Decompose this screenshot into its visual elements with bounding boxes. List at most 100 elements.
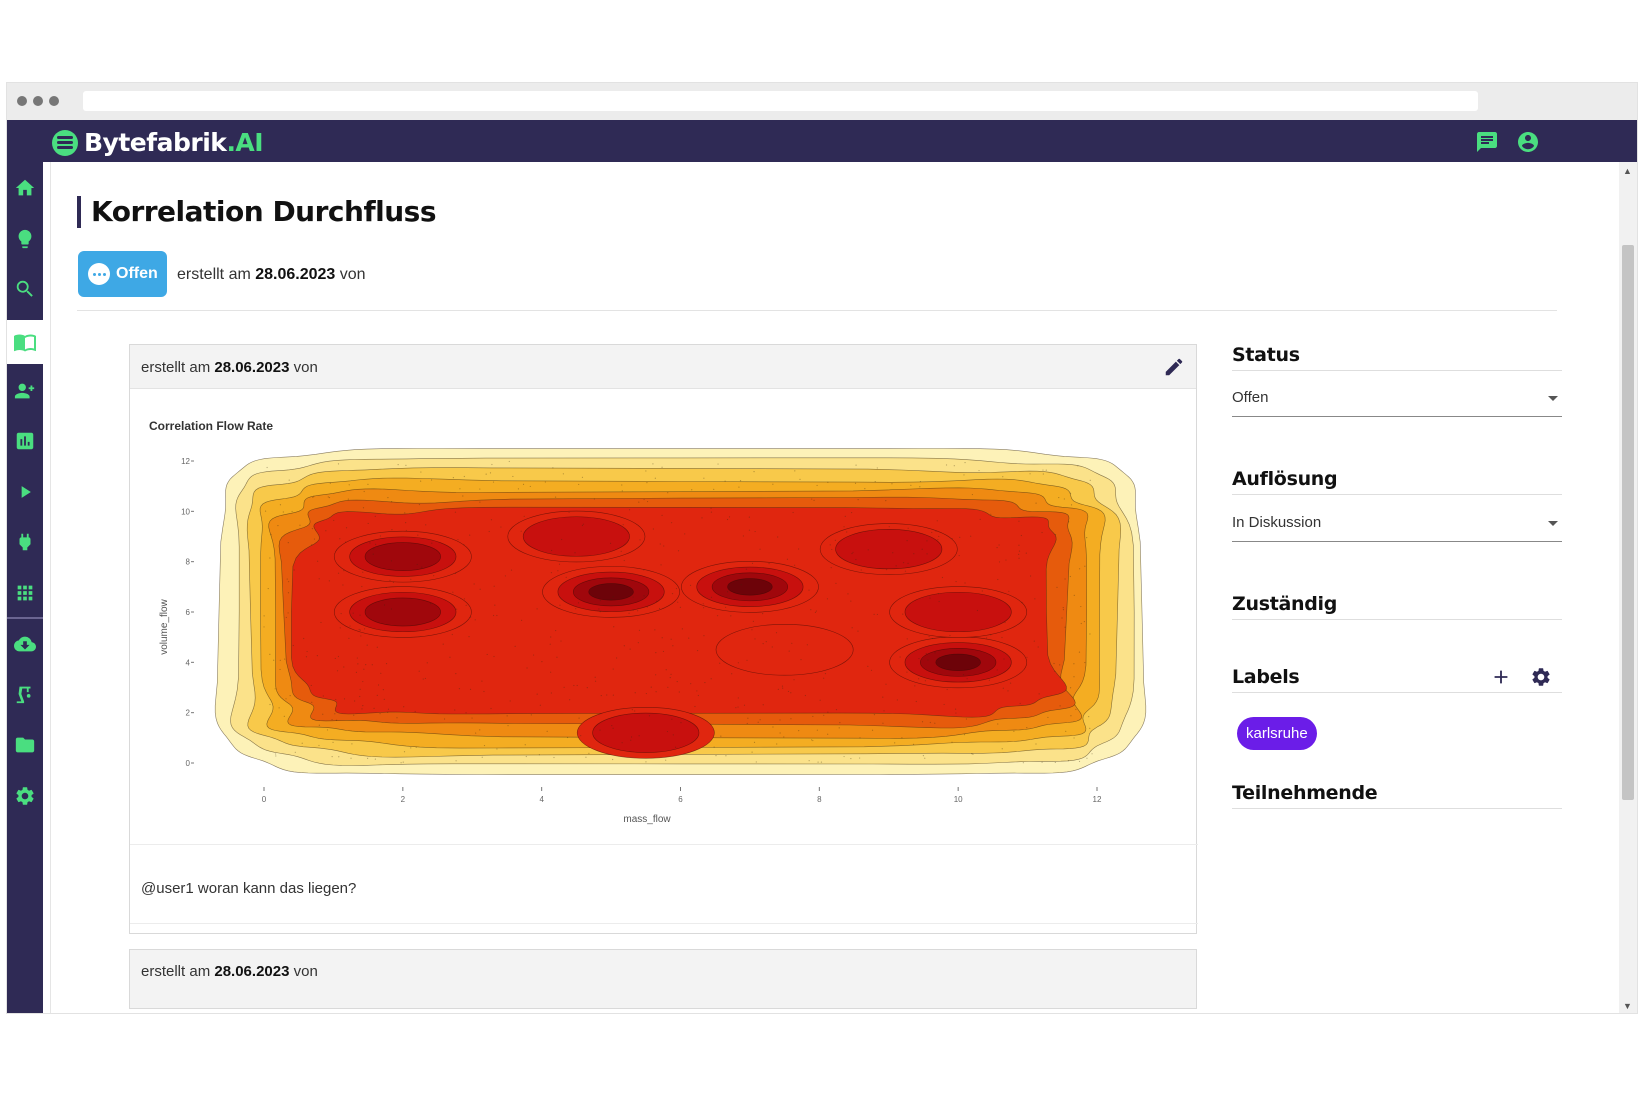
sample-point: [937, 539, 939, 541]
sample-point: [910, 484, 912, 486]
x-tick-label: 6: [678, 795, 683, 804]
scroll-up-icon[interactable]: ▲: [1623, 166, 1632, 176]
sidebar-item-machines[interactable]: [7, 675, 43, 713]
sample-point: [490, 519, 493, 521]
sample-point: [782, 687, 784, 689]
sample-point: [369, 542, 371, 544]
sample-point: [817, 761, 819, 763]
sidebar-item-apps[interactable]: [7, 574, 43, 612]
account-icon[interactable]: [1516, 130, 1540, 154]
sample-point: [1018, 520, 1020, 522]
post2-meta-date: 28.06.2023: [214, 963, 290, 980]
sidebar-item-search[interactable]: [7, 270, 43, 308]
sample-point: [269, 557, 271, 559]
brand-logo[interactable]: Bytefabrik .AI: [52, 128, 264, 157]
sample-point: [997, 723, 999, 725]
sample-point: [311, 544, 313, 546]
sample-point: [382, 689, 384, 691]
chat-icon[interactable]: [1475, 130, 1499, 154]
sample-point: [508, 460, 510, 463]
sample-point: [654, 477, 656, 479]
sample-point: [340, 612, 342, 615]
sample-point: [655, 652, 657, 654]
sample-point: [562, 473, 564, 475]
sample-point: [598, 608, 600, 610]
sample-point: [754, 638, 756, 640]
sample-point: [452, 591, 454, 593]
sidebar-item-connectors[interactable]: [7, 523, 43, 561]
scroll-down-icon[interactable]: ▼: [1623, 1001, 1632, 1011]
status-select[interactable]: Offen: [1232, 389, 1562, 417]
sample-point: [976, 609, 979, 612]
sample-point: [810, 609, 812, 611]
sample-point: [479, 501, 481, 503]
sidebar-item-settings[interactable]: [7, 777, 43, 815]
address-bar[interactable]: [83, 91, 1478, 111]
sample-point: [690, 683, 692, 685]
sample-point: [616, 657, 618, 659]
sample-point: [924, 680, 927, 682]
sidebar-item-wiki[interactable]: [7, 320, 43, 364]
sample-point: [613, 626, 615, 628]
sample-point: [486, 653, 488, 656]
sample-point: [373, 548, 375, 550]
sample-point: [479, 729, 481, 731]
sample-point: [771, 646, 773, 648]
sample-point: [1029, 473, 1031, 475]
pencil-icon[interactable]: [1163, 356, 1185, 378]
sidebar-item-analytics[interactable]: [7, 422, 43, 460]
sample-point: [1007, 690, 1009, 692]
sample-point: [808, 589, 810, 591]
sample-point: [979, 518, 981, 520]
sidebar-item-home[interactable]: [7, 169, 43, 207]
sample-point: [320, 621, 322, 624]
sample-point: [655, 691, 657, 693]
page-scrollbar[interactable]: ▲ ▼: [1619, 162, 1637, 1013]
sidebar-item-run[interactable]: [7, 473, 43, 511]
sample-point: [492, 481, 495, 483]
sidebar-item-team[interactable]: [7, 372, 43, 410]
sample-point: [1084, 565, 1086, 567]
sample-point: [813, 499, 815, 501]
sample-point: [1034, 598, 1036, 600]
sample-point: [885, 569, 888, 571]
sample-point: [1002, 687, 1004, 689]
sample-point: [1013, 730, 1015, 732]
scrollbar-thumb[interactable]: [1622, 245, 1634, 800]
sample-point: [737, 697, 739, 699]
sample-point: [1026, 656, 1028, 658]
sample-point: [610, 598, 612, 600]
sample-point: [855, 558, 857, 561]
sample-point: [781, 685, 784, 687]
sample-point: [883, 710, 885, 712]
resolution-select[interactable]: In Diskussion: [1232, 514, 1562, 542]
sample-point: [266, 466, 268, 469]
sample-point: [301, 742, 303, 744]
sample-point: [914, 685, 916, 687]
label-settings-gear-icon[interactable]: [1530, 666, 1552, 688]
sample-point: [339, 538, 341, 540]
sample-point: [507, 725, 509, 727]
sample-point: [389, 579, 391, 581]
sample-point: [919, 486, 921, 488]
sample-point: [576, 684, 578, 687]
sample-point: [611, 725, 613, 727]
sample-point: [287, 542, 289, 544]
sample-point: [643, 498, 645, 501]
assignee-heading: Zuständig: [1232, 593, 1562, 620]
sample-point: [852, 551, 854, 553]
sample-point: [269, 653, 271, 655]
sidebar-item-download[interactable]: [7, 625, 43, 663]
sample-point: [510, 569, 513, 571]
sample-point: [1073, 676, 1075, 678]
sidebar-item-files[interactable]: [7, 726, 43, 764]
sample-point: [855, 464, 857, 466]
sample-point: [391, 529, 393, 531]
sample-point: [1065, 730, 1067, 732]
label-chip[interactable]: karlsruhe: [1237, 717, 1317, 750]
sample-point: [526, 667, 528, 669]
add-label-icon[interactable]: [1490, 666, 1512, 688]
sidebar-item-ideas[interactable]: [7, 220, 43, 258]
play-icon: [21, 486, 31, 498]
x-tick-label: 12: [1093, 795, 1102, 804]
